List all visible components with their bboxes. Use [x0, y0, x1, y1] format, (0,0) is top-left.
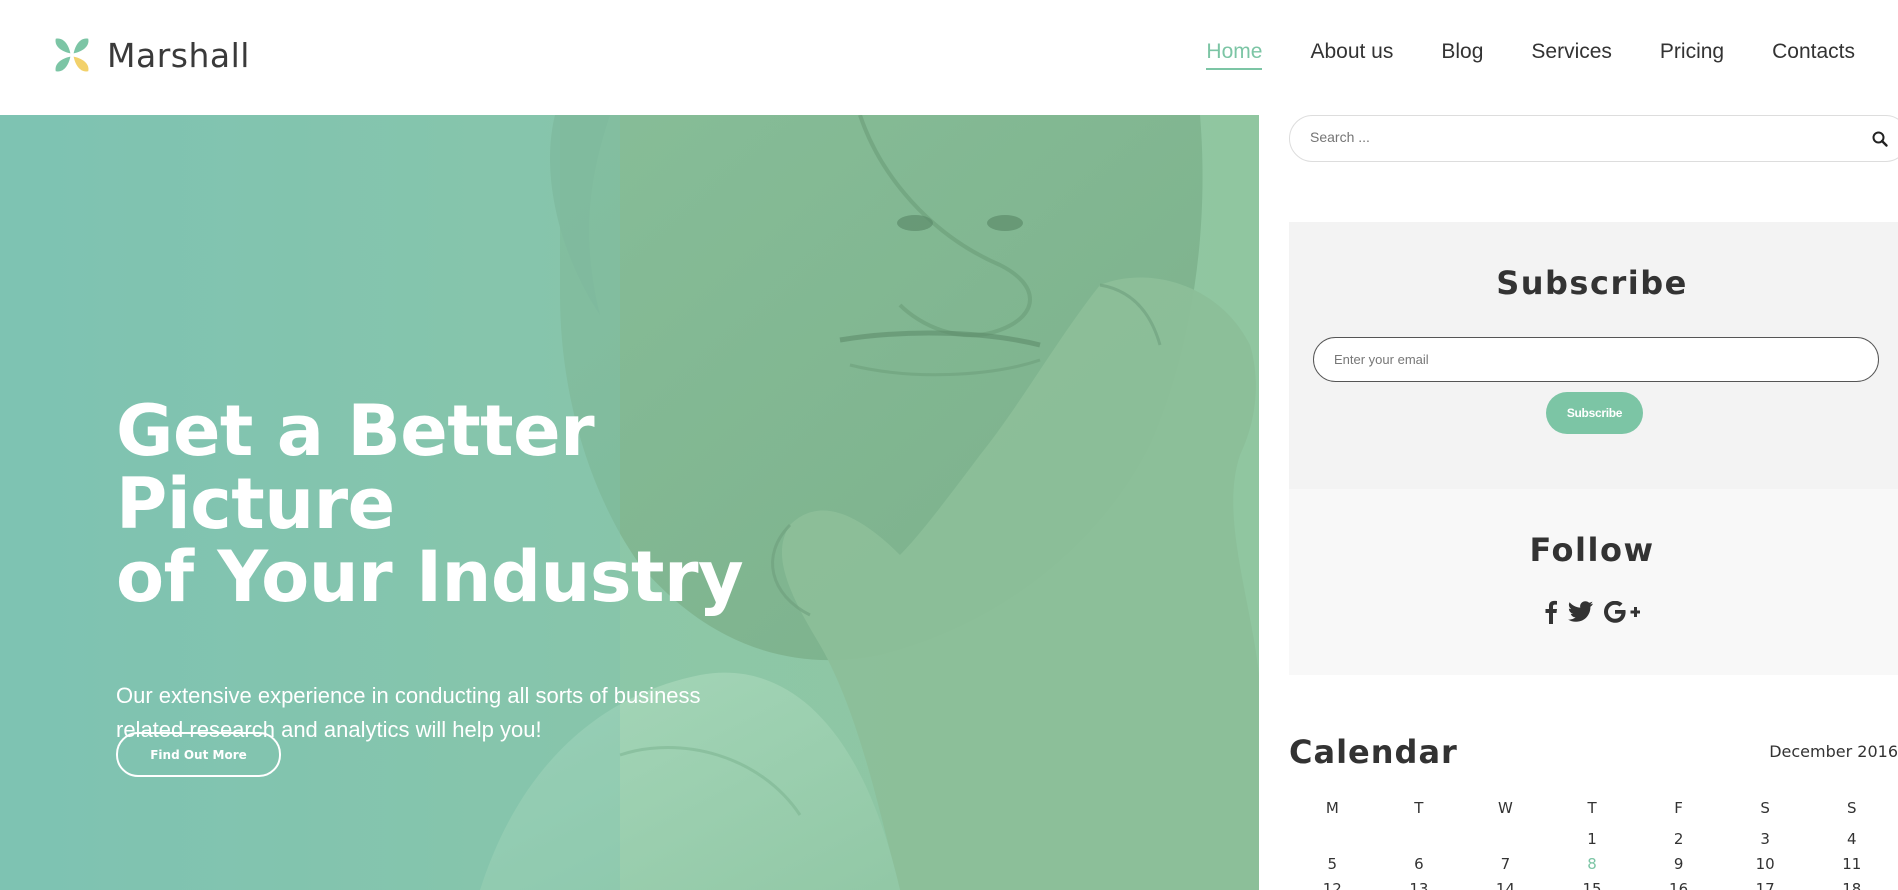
logo[interactable]: Marshall	[47, 30, 250, 80]
calendar-day[interactable]: 17	[1722, 880, 1809, 890]
search-input[interactable]	[1310, 129, 1810, 145]
calendar-week-row: 1 2 3 4	[1289, 826, 1895, 851]
nav-about-us[interactable]: About us	[1310, 40, 1393, 68]
calendar-title: Calendar	[1289, 733, 1458, 771]
calendar-day[interactable]: 2	[1635, 830, 1722, 848]
calendar-day-today[interactable]: 8	[1549, 855, 1636, 873]
calendar-day[interactable]: 18	[1808, 880, 1895, 890]
weekday-label: T	[1587, 798, 1597, 817]
weekday-label: M	[1325, 798, 1339, 817]
subscribe-widget: Subscribe Enter your email Subscribe	[1289, 222, 1898, 489]
subscribe-button[interactable]: Subscribe	[1546, 392, 1643, 434]
weekday-label: S	[1846, 798, 1857, 817]
nav-services[interactable]: Services	[1531, 40, 1612, 68]
calendar-grid: M T W T F S S 1 2 3 4 5 6 7 8 9 10 11 12	[1289, 795, 1895, 890]
search-bar	[1289, 115, 1898, 162]
calendar-day[interactable]: 7	[1462, 855, 1549, 873]
calendar-month: December 2016	[1769, 742, 1898, 761]
calendar-day[interactable]: 10	[1722, 855, 1809, 873]
site-header: Marshall Home About us Blog Services Pri…	[0, 0, 1898, 115]
main-nav: Home About us Blog Services Pricing Cont…	[1158, 40, 1855, 70]
weekday-label: S	[1760, 798, 1770, 817]
nav-contacts[interactable]: Contacts	[1772, 40, 1855, 68]
calendar-day[interactable]: 9	[1635, 855, 1722, 873]
calendar-day[interactable]: 11	[1808, 855, 1895, 873]
hero-title-line-1: Get a Better Picture	[116, 390, 595, 545]
calendar-day[interactable]: 5	[1289, 855, 1376, 873]
brand-name: Marshall	[107, 35, 250, 75]
facebook-icon[interactable]	[1544, 599, 1558, 625]
calendar-day[interactable]: 6	[1376, 855, 1463, 873]
google-plus-icon[interactable]	[1604, 599, 1640, 625]
calendar-day[interactable]: 4	[1808, 830, 1895, 848]
find-out-more-button[interactable]: Find Out More	[116, 732, 281, 777]
calendar-week-row: 12 13 14 15 16 17 18	[1289, 876, 1895, 890]
hero-banner: Get a Better Picture of Your Industry Ou…	[0, 115, 1259, 890]
hero-content: Get a Better Picture of Your Industry Ou…	[116, 395, 876, 747]
subscribe-title: Subscribe	[1496, 264, 1688, 302]
follow-widget: Follow	[1289, 489, 1898, 675]
email-field[interactable]: Enter your email	[1313, 337, 1879, 382]
calendar-day[interactable]: 16	[1635, 880, 1722, 890]
calendar-day[interactable]: 12	[1289, 880, 1376, 890]
search-icon[interactable]	[1871, 130, 1889, 148]
clover-logo-icon	[55, 38, 89, 72]
calendar-day[interactable]: 15	[1549, 880, 1636, 890]
follow-title: Follow	[1529, 531, 1655, 569]
calendar-day[interactable]: 1	[1549, 830, 1636, 848]
weekday-label: F	[1674, 798, 1683, 817]
weekday-label: T	[1414, 798, 1424, 817]
hero-title: Get a Better Picture of Your Industry	[116, 395, 876, 614]
calendar-day[interactable]: 14	[1462, 880, 1549, 890]
calendar-day[interactable]: 3	[1722, 830, 1809, 848]
calendar-weekday-row: M T W T F S S	[1289, 795, 1895, 820]
nav-blog[interactable]: Blog	[1441, 40, 1483, 68]
weekday-label: W	[1498, 798, 1513, 817]
calendar-day[interactable]: 13	[1376, 880, 1463, 890]
social-links	[1289, 599, 1895, 625]
sidebar: Subscribe Enter your email Subscribe Fol…	[1289, 115, 1898, 890]
twitter-icon[interactable]	[1568, 599, 1594, 625]
hero-title-line-2: of Your Industry	[116, 536, 744, 618]
calendar-week-row: 5 6 7 8 9 10 11	[1289, 851, 1895, 876]
nav-pricing[interactable]: Pricing	[1660, 40, 1724, 68]
nav-home[interactable]: Home	[1206, 40, 1263, 70]
